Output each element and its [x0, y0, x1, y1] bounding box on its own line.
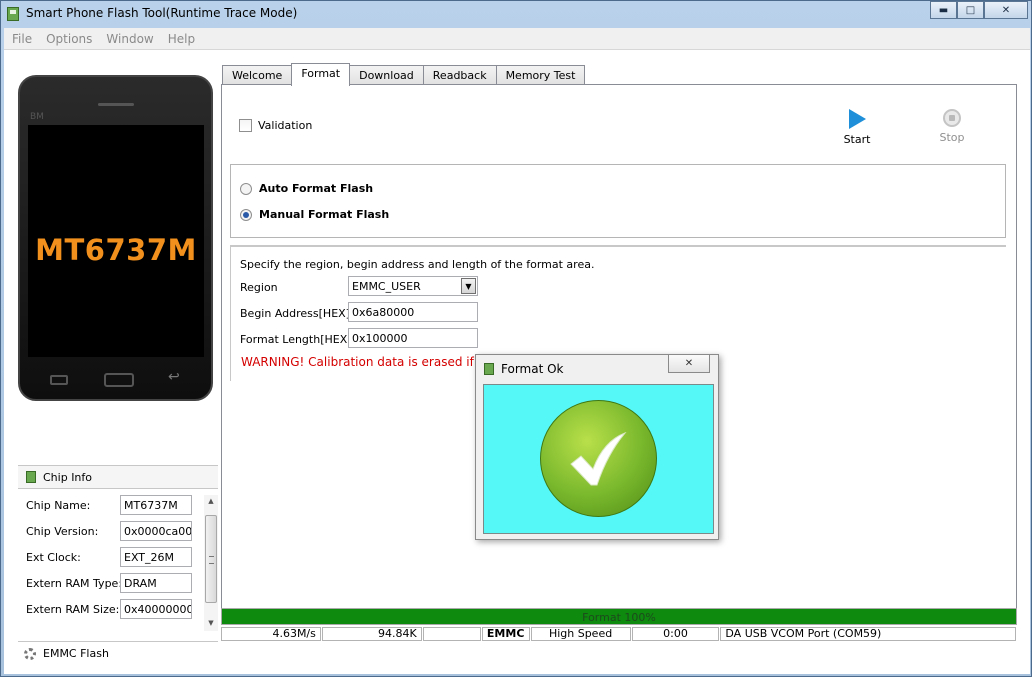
phone-model-text: MT6737M — [35, 233, 197, 267]
checkmark-icon — [570, 431, 627, 486]
main-window: Smart Phone Flash Tool(Runtime Trace Mod… — [0, 0, 1032, 677]
dropdown-arrow-icon[interactable]: ▼ — [461, 278, 476, 294]
chip-row: Chip Version: 0x0000ca00 — [26, 521, 204, 541]
ram-type-value[interactable]: DRAM — [120, 573, 192, 593]
chip-version-label: Chip Version: — [26, 525, 99, 538]
status-transferred-size: 94.84K — [321, 627, 422, 641]
ext-clock-label: Ext Clock: — [26, 551, 81, 564]
dialog-title-bar[interactable]: Format Ok — [484, 362, 564, 376]
progress-bar: Format 100% — [221, 608, 1017, 625]
phone-image: BM MT6737M ↩ — [18, 75, 213, 401]
dialog-app-icon — [484, 363, 494, 375]
scroll-down-icon[interactable]: ▼ — [204, 619, 218, 631]
menu-options[interactable]: Options — [38, 28, 98, 49]
tab-readback[interactable]: Readback — [422, 65, 497, 85]
phone-screen: MT6737M — [28, 125, 204, 357]
minimize-button[interactable]: ▬ — [930, 1, 957, 19]
phone-back-key-icon: ↩ — [168, 369, 180, 385]
maximize-button[interactable]: □ — [957, 1, 984, 19]
window-controls: ▬ □ ✕ — [930, 1, 1028, 19]
format-length-label: Format Length[HEX]: — [240, 333, 356, 346]
status-empty-cell — [422, 627, 481, 641]
phone-brand: BM — [30, 112, 44, 122]
gear-icon — [24, 647, 36, 660]
dialog-title: Format Ok — [501, 362, 564, 376]
scroll-up-icon[interactable]: ▲ — [204, 497, 218, 509]
chip-version-value[interactable]: 0x0000ca00 — [120, 521, 192, 541]
status-usb-speed: High Speed — [530, 627, 631, 641]
chip-info-header[interactable]: Chip Info — [18, 465, 218, 489]
tab-bar: Welcome Format Download Readback Memory … — [222, 63, 586, 86]
stop-label: Stop — [939, 131, 965, 144]
validation-checkbox[interactable] — [239, 119, 252, 132]
format-length-input[interactable]: 0x100000 — [348, 328, 478, 348]
chip-info-scrollbar[interactable]: ▲ ▼ — [204, 495, 218, 631]
format-ok-dialog: Format Ok ✕ — [475, 354, 719, 540]
chip-row: Extern RAM Size: 0x40000000 — [26, 599, 204, 619]
region-select[interactable]: EMMC_USER ▼ — [348, 276, 478, 296]
menu-window[interactable]: Window — [98, 28, 159, 49]
ram-size-value[interactable]: 0x40000000 — [120, 599, 192, 619]
dialog-content — [483, 384, 714, 534]
status-elapsed-time: 0:00 — [631, 627, 720, 641]
phone-speaker — [98, 103, 134, 106]
status-transfer-speed: 4.63M/s — [221, 627, 321, 641]
begin-address-input[interactable]: 0x6a80000 — [348, 302, 478, 322]
chip-row: Chip Name: MT6737M — [26, 495, 204, 515]
app-icon — [7, 7, 19, 21]
menu-bar: File Options Window Help — [4, 28, 1030, 50]
title-bar[interactable]: Smart Phone Flash Tool(Runtime Trace Mod… — [1, 1, 1031, 27]
region-label: Region — [240, 281, 278, 294]
progress-text: Format 100% — [582, 611, 656, 624]
ram-size-label: Extern RAM Size: — [26, 603, 120, 616]
chip-name-value[interactable]: MT6737M — [120, 495, 192, 515]
chip-name-label: Chip Name: — [26, 499, 91, 512]
emmc-flash-header[interactable]: EMMC Flash — [18, 641, 218, 665]
auto-format-option[interactable]: Auto Format Flash — [240, 182, 373, 195]
manual-format-option[interactable]: Manual Format Flash — [240, 208, 389, 221]
chip-row: Extern RAM Type: DRAM — [26, 573, 204, 593]
success-check-icon — [540, 400, 657, 517]
client-area: File Options Window Help BM MT6737M ↩ Ch… — [4, 28, 1030, 674]
tab-download[interactable]: Download — [349, 65, 424, 85]
specify-instructions: Specify the region, begin address and le… — [240, 258, 595, 271]
ext-clock-value[interactable]: EXT_26M — [120, 547, 192, 567]
format-mode-group: Auto Format Flash Manual Format Flash — [230, 164, 1006, 238]
auto-format-radio[interactable] — [240, 182, 252, 195]
auto-format-label: Auto Format Flash — [259, 182, 374, 195]
stop-button[interactable]: Stop — [927, 109, 977, 144]
status-storage-type: EMMC — [481, 627, 530, 641]
validation-option[interactable]: Validation — [239, 119, 312, 132]
start-button[interactable]: Start — [832, 109, 882, 146]
window-title: Smart Phone Flash Tool(Runtime Trace Mod… — [26, 6, 298, 20]
scroll-grip-icon — [209, 556, 214, 564]
tab-memory-test[interactable]: Memory Test — [495, 65, 586, 85]
tab-welcome[interactable]: Welcome — [222, 65, 293, 85]
chip-row: Ext Clock: EXT_26M — [26, 547, 204, 567]
ram-type-label: Extern RAM Type: — [26, 577, 123, 590]
stop-icon — [943, 109, 961, 127]
menu-file[interactable]: File — [4, 28, 38, 49]
phone-menu-key-icon — [50, 375, 68, 385]
status-bar: 4.63M/s 94.84K EMMC High Speed 0:00 DA U… — [221, 627, 1017, 641]
emmc-flash-title: EMMC Flash — [43, 647, 109, 660]
chip-info-panel: Chip Name: MT6737M Chip Version: 0x0000c… — [18, 489, 204, 631]
start-label: Start — [843, 133, 871, 146]
close-button[interactable]: ✕ — [984, 1, 1028, 19]
menu-help[interactable]: Help — [160, 28, 201, 49]
validation-label: Validation — [258, 119, 313, 132]
scroll-thumb[interactable] — [205, 515, 217, 603]
begin-address-label: Begin Address[HEX]: — [240, 307, 354, 320]
chip-info-title: Chip Info — [43, 470, 93, 484]
chip-info-icon — [26, 471, 36, 483]
manual-format-radio[interactable] — [240, 208, 252, 221]
region-value: EMMC_USER — [352, 280, 421, 293]
phone-home-key-icon — [104, 373, 134, 387]
tab-format[interactable]: Format — [291, 63, 351, 86]
left-panel: BM MT6737M ↩ Chip Info Chip Name: MT6737… — [4, 51, 219, 674]
play-icon — [848, 109, 866, 129]
manual-format-label: Manual Format Flash — [259, 208, 390, 221]
dialog-close-button[interactable]: ✕ — [668, 355, 710, 373]
status-port: DA USB VCOM Port (COM59) — [720, 627, 1017, 641]
